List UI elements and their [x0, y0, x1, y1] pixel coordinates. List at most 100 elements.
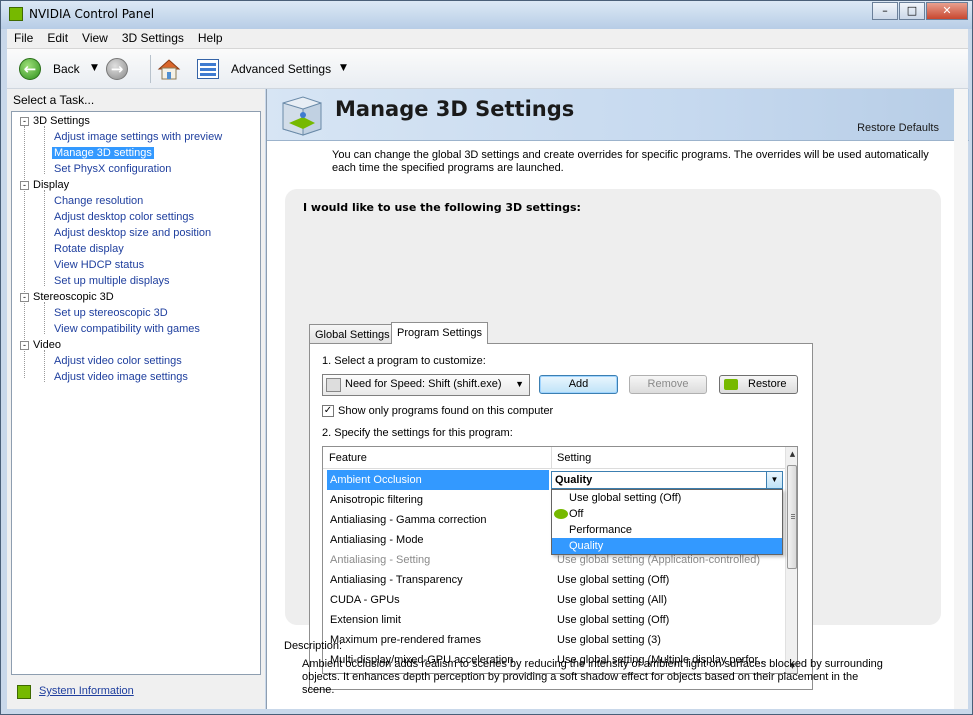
tree-guide-line [44, 190, 45, 286]
tree-item-setup-stereoscopic[interactable]: Set up stereoscopic 3D [52, 307, 170, 319]
scroll-grip-icon [791, 514, 795, 515]
minimize-button[interactable]: – [872, 2, 898, 20]
feature-cell: Antialiasing - Gamma correction [330, 514, 487, 526]
menu-file[interactable]: File [7, 29, 40, 48]
advanced-settings-icon[interactable] [197, 59, 219, 79]
tree-category-3d-settings[interactable]: -3D Settings [20, 115, 90, 127]
grid-header: Feature Setting [323, 447, 785, 469]
table-row[interactable]: CUDA - GPUs Use global setting (All) [327, 590, 783, 610]
tree-category-label: Display [33, 179, 70, 191]
tree-item-video-color[interactable]: Adjust video color settings [52, 355, 184, 367]
restore-button[interactable]: Restore [719, 375, 798, 394]
dropdown-option[interactable]: Performance [552, 522, 782, 538]
window-title: NVIDIA Control Panel [29, 7, 155, 21]
maximize-button[interactable]: □ [899, 2, 925, 20]
restore-defaults-link[interactable]: Restore Defaults [857, 122, 939, 134]
table-row[interactable]: Maximum pre-rendered frames Use global s… [327, 630, 783, 650]
checkbox-label[interactable]: Show only programs found on this compute… [338, 405, 553, 417]
description-text: Ambient occlusion adds realism to scenes… [302, 658, 883, 696]
program-select-value: Need for Speed: Shift (shift.exe) [345, 378, 502, 390]
forward-arrow-icon[interactable]: → [106, 58, 128, 80]
advanced-settings-button[interactable]: Advanced Settings [231, 62, 331, 76]
tree-category-video[interactable]: - Video [20, 339, 61, 351]
nvidia-logo-icon [554, 509, 568, 519]
tree-category-display[interactable]: - Display [20, 179, 69, 191]
back-button-label[interactable]: Back [53, 62, 80, 76]
menu-view[interactable]: View [75, 29, 115, 48]
tree-item-change-resolution[interactable]: Change resolution [52, 195, 145, 207]
dropdown-option[interactable]: Use global setting (Off) [552, 490, 782, 506]
dropdown-option[interactable]: Quality [552, 538, 782, 554]
show-only-found-checkbox[interactable]: ✓ [322, 405, 334, 417]
task-tree: -3D Settings Adjust image settings with … [11, 111, 261, 675]
setting-combobox[interactable]: Quality ▼ [551, 471, 783, 489]
close-button[interactable]: ✕ [926, 2, 968, 20]
tree-category-stereoscopic-3d[interactable]: - Stereoscopic 3D [20, 291, 114, 303]
tree-guide-line [44, 350, 45, 382]
dropdown-option-label: Off [569, 508, 584, 520]
remove-button[interactable]: Remove [629, 375, 707, 394]
setting-combobox-value: Quality [555, 474, 593, 486]
tree-item-hdcp-status[interactable]: View HDCP status [52, 259, 146, 271]
feature-cell: Antialiasing - Setting [330, 554, 431, 566]
tree-item-game-compatibility[interactable]: View compatibility with games [52, 323, 202, 335]
collapse-toggle-icon[interactable]: - [20, 340, 29, 350]
page-banner: Manage 3D Settings Restore Defaults [267, 89, 969, 141]
add-button[interactable]: Add [539, 375, 618, 394]
chevron-down-icon: ▼ [515, 379, 524, 389]
feature-cell: Anisotropic filtering [330, 494, 423, 506]
tree-item-manage-3d-settings[interactable]: Manage 3D settings [52, 147, 154, 159]
tree-category-label: Video [33, 339, 61, 351]
setting-column-header[interactable]: Setting [557, 452, 591, 464]
task-header: Select a Task... [13, 93, 95, 107]
back-arrow-icon[interactable]: ← [19, 58, 41, 80]
feature-column-header[interactable]: Feature [329, 452, 367, 464]
scroll-up-arrow-icon[interactable]: ▲ [786, 447, 797, 461]
feature-cell: Extension limit [330, 614, 401, 626]
chevron-down-icon[interactable]: ▼ [766, 472, 782, 488]
setting-cell: Use global setting (Off) [557, 614, 670, 626]
collapse-toggle-icon[interactable]: - [20, 292, 29, 302]
dropdown-option[interactable]: Off [552, 506, 782, 522]
content-scrollbar[interactable] [954, 89, 968, 709]
table-row[interactable]: Extension limit Use global setting (Off) [327, 610, 783, 630]
tree-item-rotate-display[interactable]: Rotate display [52, 243, 126, 255]
settings-panel: I would like to use the following 3D set… [285, 189, 941, 690]
menu-edit[interactable]: Edit [40, 29, 75, 48]
title-bar[interactable]: NVIDIA Control Panel – □ ✕ [1, 1, 972, 29]
step2-label: 2. Specify the settings for this program… [322, 427, 513, 439]
app-window: NVIDIA Control Panel – □ ✕ File Edit Vie… [0, 0, 973, 715]
restore-button-label: Restore [748, 378, 787, 390]
tree-item-desktop-color[interactable]: Adjust desktop color settings [52, 211, 196, 223]
collapse-toggle-icon[interactable]: - [20, 180, 29, 190]
advanced-settings-dropdown[interactable]: ▼ [340, 63, 347, 73]
menu-help[interactable]: Help [191, 29, 230, 48]
task-pane: Select a Task... -3D Settings Adjust ima… [7, 89, 265, 709]
tree-item-physx-configuration[interactable]: Set PhysX configuration [52, 163, 173, 175]
3d-settings-icon [282, 96, 322, 136]
tab-program-settings[interactable]: Program Settings [391, 322, 488, 344]
setting-cell: Use global setting (Off) [557, 574, 670, 586]
page-title: Manage 3D Settings [335, 97, 575, 121]
tree-item-multiple-displays[interactable]: Set up multiple displays [52, 275, 172, 287]
tree-item-video-image[interactable]: Adjust video image settings [52, 371, 190, 383]
intro-text: You can change the global 3D settings an… [332, 149, 929, 174]
feature-cell: Maximum pre-rendered frames [330, 634, 481, 646]
tree-guide-line [44, 126, 45, 174]
table-row[interactable]: Antialiasing - Transparency Use global s… [327, 570, 783, 590]
tab-global-settings[interactable]: Global Settings [309, 324, 396, 344]
home-icon[interactable] [157, 58, 181, 80]
menu-3d-settings[interactable]: 3D Settings [115, 29, 191, 48]
table-row[interactable]: Ambient Occlusion Quality ▼ [327, 470, 783, 490]
system-information-link[interactable]: System Information [39, 685, 134, 697]
description-label: Description: [284, 640, 343, 652]
grid-scrollbar[interactable]: ▲ ▼ [785, 447, 797, 673]
program-select[interactable]: Need for Speed: Shift (shift.exe) ▼ [322, 374, 530, 396]
tree-category-label: Stereoscopic 3D [33, 291, 114, 303]
tree-item-adjust-image-settings[interactable]: Adjust image settings with preview [52, 131, 224, 143]
setting-dropdown-list: Use global setting (Off) Off Performance… [551, 489, 783, 555]
back-history-dropdown[interactable]: ▼ [91, 63, 98, 73]
tree-item-desktop-size[interactable]: Adjust desktop size and position [52, 227, 213, 239]
scrollbar-thumb[interactable] [787, 465, 797, 569]
collapse-toggle-icon[interactable]: - [20, 116, 29, 126]
